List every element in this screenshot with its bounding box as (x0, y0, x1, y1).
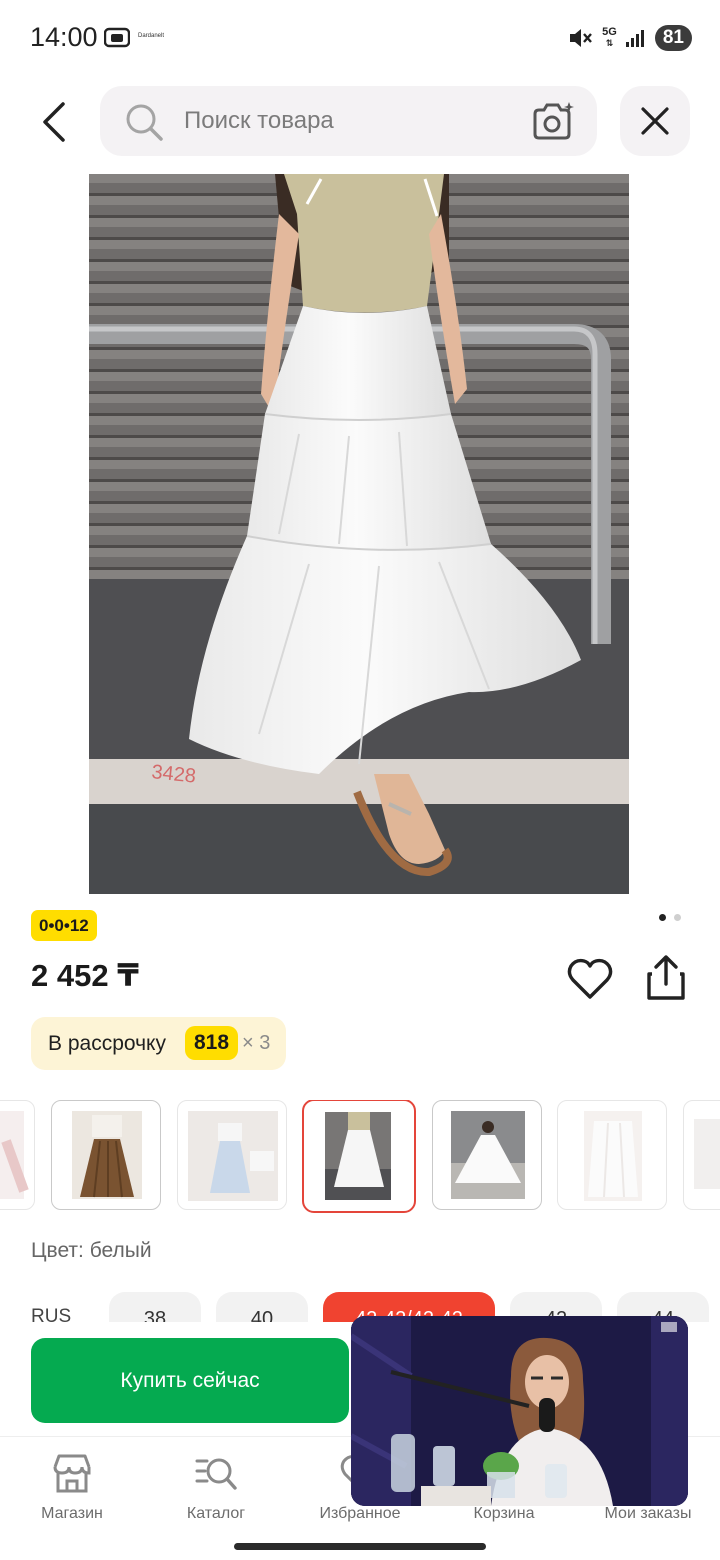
svg-text:3428: 3428 (150, 761, 197, 788)
nav-label: Мои заказы (604, 1505, 692, 1522)
home-indicator[interactable] (234, 1543, 486, 1550)
product-photo: 3428 (89, 174, 629, 894)
mute-icon (570, 29, 593, 47)
status-bar: 14:00 Dardanelt 5G ⇅ 81 (0, 0, 720, 76)
nav-label: Магазин (41, 1505, 103, 1522)
installment-multiplier: × 3 (242, 1032, 271, 1054)
battery-level: 81 (662, 27, 684, 48)
promo-badge: 0•0•12 (31, 910, 97, 941)
catalog-search-icon (195, 1458, 237, 1490)
pager-dot (674, 914, 681, 921)
image-pager (659, 914, 681, 921)
chevron-left-icon (43, 102, 65, 142)
nav-label: Каталог (186, 1505, 246, 1522)
status-mini-text: Dardanelt (138, 33, 165, 39)
variant-thumbnail[interactable] (177, 1100, 287, 1210)
share-icon (647, 955, 685, 1000)
network-type: 5G ⇅ (602, 26, 617, 49)
size-option[interactable]: 38 (109, 1292, 201, 1322)
close-icon (641, 107, 669, 135)
shop-icon (53, 1454, 91, 1493)
variant-thumbnail[interactable] (683, 1100, 720, 1210)
status-indicators: 5G ⇅ 81 (568, 24, 692, 52)
signal-icon (625, 30, 644, 47)
color-label: Цвет: белый (31, 1239, 152, 1262)
status-time: 14:00 (30, 22, 98, 52)
camera-search-icon[interactable] (531, 100, 575, 142)
video-pip-player[interactable] (351, 1316, 688, 1506)
product-image[interactable]: 3428 (89, 174, 629, 894)
variant-thumbnail[interactable] (0, 1100, 35, 1210)
installment-offer[interactable]: В рассрочку 818 × 3 (31, 1017, 286, 1070)
pager-dot-active (659, 914, 666, 921)
nav-item-catalog[interactable]: Каталог (146, 1451, 286, 1523)
installment-amount: 818 (185, 1026, 239, 1060)
share-button[interactable] (644, 954, 688, 1002)
search-bar[interactable] (100, 86, 597, 156)
nav-label: Корзина (473, 1505, 535, 1522)
variant-thumbnail[interactable] (557, 1100, 667, 1210)
variant-thumbnail-selected[interactable] (302, 1100, 416, 1213)
heart-icon (567, 958, 613, 999)
screenshot-icon (104, 27, 130, 48)
size-system-label: RUS (31, 1306, 72, 1322)
nav-label: Избранное (319, 1505, 401, 1522)
variant-thumbnail[interactable] (51, 1100, 161, 1210)
search-input[interactable] (184, 106, 504, 136)
close-button[interactable] (620, 86, 690, 156)
back-button[interactable] (30, 96, 78, 148)
video-frame (351, 1316, 688, 1506)
search-icon (126, 104, 163, 141)
installment-label: В рассрочку (48, 1032, 166, 1055)
product-price: 2 452 ₸ (31, 958, 139, 993)
nav-item-shop[interactable]: Магазин (2, 1451, 142, 1523)
buy-now-button[interactable]: Купить сейчас (31, 1338, 349, 1423)
battery-indicator: 81 (654, 25, 692, 51)
size-option[interactable]: 40 (216, 1292, 308, 1322)
variant-thumbnail[interactable] (432, 1100, 542, 1210)
variant-thumbnails (0, 1100, 720, 1216)
favorite-button[interactable] (566, 956, 614, 1002)
network-label: 5G (602, 26, 617, 38)
